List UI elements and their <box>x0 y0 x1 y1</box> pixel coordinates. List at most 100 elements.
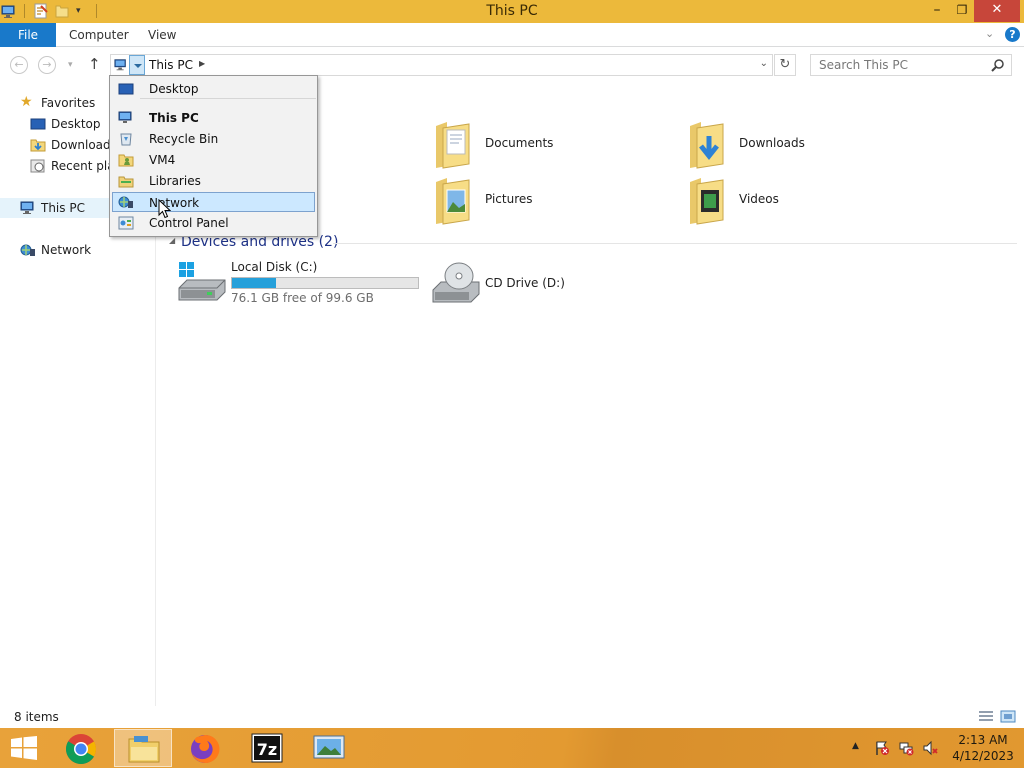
drive-name: CD Drive (D:) <box>485 276 565 290</box>
7zip-icon: 7z <box>251 733 283 763</box>
dropdown-label: Libraries <box>149 174 201 188</box>
desktop-icon <box>118 83 134 95</box>
breadcrumb-chevron-icon[interactable]: ▶ <box>199 59 205 68</box>
dropdown-label: Network <box>149 196 200 210</box>
control-panel-icon <box>118 216 134 230</box>
show-hidden-icons-icon[interactable]: ▲ <box>852 741 868 757</box>
clock-time: 2:13 AM <box>958 733 1008 747</box>
recycle-bin-icon <box>120 133 132 146</box>
dropdown-item-network[interactable]: Network <box>112 192 315 212</box>
network-status-icon[interactable] <box>898 740 914 756</box>
taskbar-7zip[interactable]: 7z <box>238 729 296 767</box>
drive-free-space: 76.1 GB free of 99.6 GB <box>231 291 374 305</box>
folder-downloads[interactable]: Downloads <box>687 120 837 170</box>
nav-label: Desktop <box>51 117 101 131</box>
tab-computer[interactable]: Computer <box>69 23 129 47</box>
desktop-icon <box>30 118 46 130</box>
back-button[interactable]: ← <box>10 56 28 74</box>
search-input[interactable]: Search This PC <box>819 58 908 72</box>
dropdown-item-libraries[interactable]: Libraries <box>112 171 315 191</box>
dropdown-label: VM4 <box>149 153 176 167</box>
search-icon[interactable] <box>991 58 1005 72</box>
large-icons-view-icon[interactable] <box>1000 710 1016 723</box>
search-box[interactable]: Search This PC <box>810 54 1012 76</box>
dropdown-item-desktop[interactable]: Desktop <box>112 79 315 99</box>
documents-folder-icon <box>436 122 470 169</box>
up-button[interactable]: ↑ <box>88 55 101 73</box>
videos-folder-icon <box>690 178 724 225</box>
folder-label: Downloads <box>739 136 805 150</box>
group-divider <box>333 243 1017 244</box>
dropdown-label: Recycle Bin <box>149 132 219 146</box>
taskbar-file-explorer[interactable] <box>114 729 172 767</box>
dropdown-separator <box>140 98 316 99</box>
forward-button[interactable]: → <box>38 56 56 74</box>
chrome-icon <box>66 734 97 765</box>
dropdown-label: This PC <box>149 111 199 125</box>
restore-button[interactable]: ❐ <box>947 0 977 22</box>
drive-cd-d[interactable]: CD Drive (D:) <box>431 260 631 310</box>
devices-collapse-icon[interactable]: ◢ <box>169 236 175 245</box>
image-viewer-icon <box>313 735 345 759</box>
tab-file[interactable]: File <box>0 23 56 47</box>
pictures-folder-icon <box>436 178 470 225</box>
start-button[interactable] <box>0 728 48 768</box>
item-count: 8 items <box>14 710 59 724</box>
this-pc-icon <box>20 201 34 214</box>
system-clock[interactable]: 2:13 AM 4/12/2023 <box>948 732 1018 764</box>
folder-label: Pictures <box>485 192 533 206</box>
network-icon <box>20 244 35 256</box>
status-bar: 8 items <box>0 706 1024 728</box>
drive-local-disk-c[interactable]: Local Disk (C:) 76.1 GB free of 99.6 GB <box>177 260 427 310</box>
taskbar: 7z ▲ 2:13 AM 4/12/2023 <box>0 728 1024 768</box>
nav-label: This PC <box>41 201 85 215</box>
expand-ribbon-icon[interactable]: ⌄ <box>985 27 994 40</box>
windows-logo-icon <box>11 736 37 760</box>
svg-text:7z: 7z <box>257 740 277 759</box>
file-explorer-icon <box>128 736 160 763</box>
breadcrumb-this-pc[interactable]: This PC <box>149 58 193 72</box>
nav-label: Downloads <box>51 138 117 152</box>
nav-network[interactable]: Network <box>20 240 150 260</box>
action-center-flag-icon[interactable] <box>874 740 890 756</box>
address-dropdown-button[interactable] <box>129 55 145 75</box>
downloads-folder-icon <box>690 122 724 169</box>
libraries-icon <box>118 176 134 188</box>
user-folder-icon <box>118 154 134 167</box>
folder-label: Documents <box>485 136 554 150</box>
help-icon[interactable]: ? <box>1005 27 1020 42</box>
nav-label: Favorites <box>41 96 96 110</box>
taskbar-image-viewer[interactable] <box>300 729 358 767</box>
dropdown-item-vm4[interactable]: VM4 <box>112 150 315 170</box>
local-disk-icon <box>178 262 226 301</box>
ribbon-tabs: File Computer View ⌄ ? <box>0 23 1024 47</box>
star-icon: ★ <box>20 94 33 110</box>
window-title: This PC <box>486 3 538 19</box>
tab-view[interactable]: View <box>148 23 176 47</box>
mouse-cursor-icon <box>158 199 171 219</box>
folder-pictures[interactable]: Pictures <box>433 176 583 226</box>
taskbar-firefox[interactable] <box>176 729 234 767</box>
volume-muted-icon[interactable] <box>922 740 938 756</box>
folder-documents[interactable]: Documents <box>433 120 583 170</box>
recent-places-icon <box>30 159 45 173</box>
this-pc-icon <box>118 111 132 123</box>
taskbar-chrome[interactable] <box>52 729 110 767</box>
clock-date: 4/12/2023 <box>952 749 1014 763</box>
disk-usage-bar <box>231 277 419 289</box>
folder-videos[interactable]: Videos <box>687 176 837 226</box>
close-button[interactable]: ✕ <box>974 0 1020 22</box>
dropdown-item-this-pc[interactable]: This PC <box>112 108 315 128</box>
recent-locations-icon[interactable]: ▾ <box>68 60 73 70</box>
address-bar[interactable]: This PC ▶ ⌄ <box>110 54 773 76</box>
firefox-icon <box>191 734 220 763</box>
details-view-icon[interactable] <box>978 710 994 723</box>
address-dropdown-menu: Desktop This PC Recycle Bin VM4 Librarie… <box>109 75 318 237</box>
address-history-chevron-icon[interactable]: ⌄ <box>760 58 768 69</box>
dropdown-label: Desktop <box>149 82 199 96</box>
cd-drive-icon <box>432 262 480 303</box>
dropdown-item-control-panel[interactable]: Control Panel <box>112 213 315 233</box>
refresh-button[interactable]: ↻ <box>774 54 796 76</box>
dropdown-item-recycle-bin[interactable]: Recycle Bin <box>112 129 315 149</box>
folder-label: Videos <box>739 192 779 206</box>
